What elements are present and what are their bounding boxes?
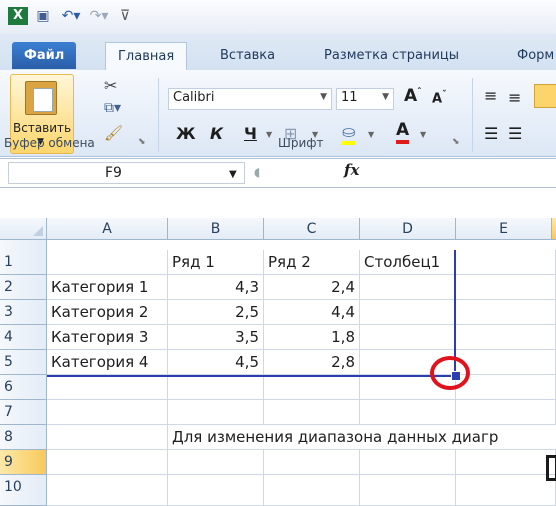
column-header-c[interactable]: C	[264, 218, 360, 240]
align-middle-icon[interactable]: ≡	[508, 88, 521, 107]
shrink-font-icon[interactable]: Aˇ	[432, 90, 447, 106]
chart-data-range-border[interactable]	[47, 250, 456, 377]
paste-label: Вставить	[13, 121, 72, 135]
grid-spacer	[0, 240, 47, 250]
row-header-9[interactable]: 9	[0, 450, 47, 475]
tab-formulas[interactable]: Форм	[505, 42, 556, 69]
font-size-select[interactable]: 11 ▼	[336, 88, 394, 110]
chevron-down-icon[interactable]: ▼	[382, 92, 389, 102]
divider	[158, 78, 159, 152]
customize-toolbar-icon[interactable]: ⊽	[118, 7, 132, 25]
cell-e1[interactable]	[456, 250, 556, 275]
cell-b8[interactable]: Для изменения диапазона данных диагр	[168, 425, 556, 450]
cell-e5[interactable]	[456, 350, 556, 375]
copy-icon[interactable]: ⧉▾	[104, 100, 121, 116]
active-cell-f9-border[interactable]	[546, 455, 556, 481]
grid-line	[167, 375, 168, 425]
cell-a8[interactable]	[47, 425, 168, 450]
row-header-10[interactable]: 10	[0, 475, 47, 506]
row-7-cells[interactable]	[47, 400, 556, 425]
row-header-1[interactable]: 1	[0, 250, 47, 275]
chevron-down-icon[interactable]: ▼	[229, 165, 237, 185]
fill-color-icon[interactable]: ⛀	[342, 122, 356, 145]
grid-line	[455, 450, 456, 506]
formula-bar-splitter[interactable]: ◖	[254, 164, 268, 180]
font-name-value: Calibri	[173, 90, 215, 105]
column-header-f[interactable]	[552, 218, 556, 240]
grid-line	[359, 375, 360, 425]
tab-home[interactable]: Главная	[105, 42, 188, 70]
undo-icon[interactable]: ↶▾	[60, 7, 82, 25]
excel-logo-icon: X	[8, 7, 28, 25]
row-header-3[interactable]: 3	[0, 300, 47, 325]
column-header-e[interactable]: E	[456, 218, 552, 240]
italic-button[interactable]: К	[210, 124, 223, 143]
divider	[472, 78, 473, 152]
row-header-2[interactable]: 2	[0, 275, 47, 300]
save-icon[interactable]: ▣	[34, 7, 52, 25]
font-group-label: Шрифт	[278, 136, 324, 150]
row-header-5[interactable]: 5	[0, 350, 47, 375]
row-9-cells[interactable]	[47, 450, 556, 475]
column-header-d[interactable]: D	[360, 218, 456, 240]
row-header-8[interactable]: 8	[0, 425, 47, 450]
tab-file[interactable]: Файл	[12, 42, 77, 69]
grid-line	[263, 375, 264, 425]
sheet-gap	[0, 188, 556, 218]
formula-input[interactable]	[374, 162, 554, 182]
align-left-icon[interactable]: ☰	[484, 124, 498, 143]
name-box[interactable]: F9 ▼	[8, 162, 245, 184]
underline-button[interactable]: Ч	[244, 124, 257, 143]
fill-dropdown-icon[interactable]: ▼	[368, 130, 374, 139]
column-header-a[interactable]: A	[47, 218, 168, 240]
clipboard-icon	[25, 81, 57, 115]
insert-function-icon[interactable]: fx	[344, 161, 359, 179]
align-center-icon[interactable]: ☰	[508, 124, 522, 143]
ribbon-tabs: Файл Главная Вставка Разметка страницы Ф…	[0, 34, 556, 71]
name-box-value: F9	[105, 165, 122, 181]
row-10-cells[interactable]	[47, 475, 556, 506]
clipboard-group-label: Буфер обмена	[4, 136, 95, 150]
tab-page-layout[interactable]: Разметка страницы	[312, 42, 471, 69]
font-color-icon[interactable]: A	[396, 120, 410, 144]
chevron-down-icon[interactable]: ▼	[320, 92, 327, 102]
redo-icon[interactable]: ↷▾	[88, 7, 110, 25]
font-launcher-icon[interactable]: ⬊	[452, 137, 460, 147]
quick-access-toolbar: X ▣ ↶▾ ↷▾ ⊽	[0, 0, 556, 34]
format-painter-icon[interactable]: 🖌	[104, 124, 123, 142]
clipboard-launcher-icon[interactable]: ⬊	[138, 137, 146, 147]
cut-icon[interactable]: ✂	[104, 76, 117, 95]
font-name-select[interactable]: Calibri ▼	[168, 88, 332, 110]
column-header-b[interactable]: B	[168, 218, 264, 240]
bold-button[interactable]: Ж	[176, 124, 196, 143]
cell-e3[interactable]	[456, 300, 556, 325]
row-header-7[interactable]: 7	[0, 400, 47, 425]
row-6-cells[interactable]	[47, 375, 556, 400]
font-size-value: 11	[341, 90, 358, 105]
grid-line	[167, 450, 168, 506]
row-header-6[interactable]: 6	[0, 375, 47, 400]
grid-line	[359, 450, 360, 506]
grow-font-icon[interactable]: Aˆ	[404, 86, 422, 106]
cell-e4[interactable]	[456, 325, 556, 350]
row-header-4[interactable]: 4	[0, 325, 47, 350]
align-top-icon[interactable]: ≡	[484, 86, 497, 105]
font-color-dropdown-icon[interactable]: ▼	[420, 130, 426, 139]
cell-e2[interactable]	[456, 275, 556, 300]
grid-line	[263, 450, 264, 506]
highlight-circle	[430, 356, 470, 390]
underline-dropdown-icon[interactable]: ▼	[266, 130, 272, 139]
tab-insert[interactable]: Вставка	[208, 42, 287, 69]
wrap-text-icon[interactable]	[534, 84, 556, 108]
select-all-button[interactable]	[0, 218, 47, 240]
